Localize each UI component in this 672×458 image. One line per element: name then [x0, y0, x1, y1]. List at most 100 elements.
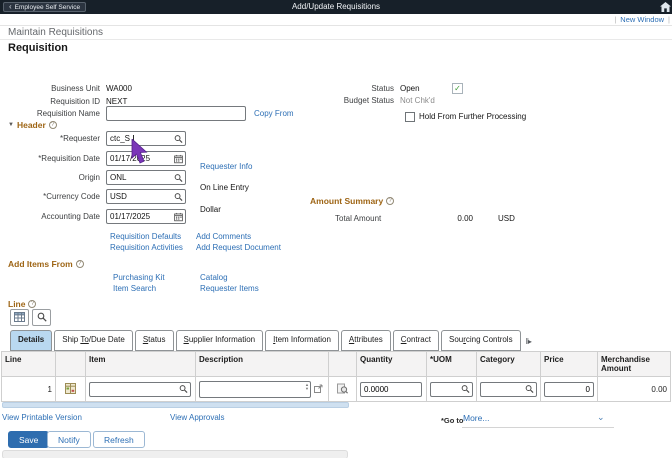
requisition-date-input[interactable] — [110, 152, 172, 165]
breadcrumb: Maintain Requisitions — [8, 27, 104, 38]
status-valid-icon: ✓ — [452, 83, 463, 94]
page-horizontal-scrollbar[interactable] — [2, 450, 348, 458]
requester-input[interactable] — [110, 132, 172, 145]
budget-status-label: Budget Status — [343, 96, 394, 105]
category-lookup-icon[interactable] — [525, 385, 534, 394]
requester-items-link[interactable]: Requester Items — [200, 284, 259, 293]
line-section-label: Line — [8, 299, 26, 309]
currency-row: *Currency Code — [0, 189, 186, 204]
goto-label: *Go to — [441, 416, 464, 425]
arrow-down-icon: ▼ — [305, 385, 309, 391]
currency-lookup-icon[interactable] — [174, 192, 183, 201]
chevron-down-icon[interactable]: ⌄ — [597, 412, 605, 423]
budget-status-row: Budget Status Not Chk'd — [330, 93, 435, 108]
category-input[interactable] — [484, 382, 524, 396]
tab-contract[interactable]: Contract — [392, 330, 439, 351]
tab-item-information[interactable]: Item Information — [265, 330, 339, 351]
column-header-line: Line — [1, 351, 56, 377]
currency-input[interactable] — [110, 190, 172, 203]
page-title: Requisition — [8, 42, 68, 54]
grid-find-button[interactable] — [32, 309, 51, 326]
column-header-search-icon — [329, 351, 357, 377]
tab-ship-to-due-date[interactable]: Ship To/Due Date — [54, 330, 133, 351]
help-icon[interactable]: ? — [28, 300, 37, 308]
requisition-date-row: *Requisition Date — [0, 151, 186, 166]
uom-field-box — [430, 381, 473, 397]
collapse-triangle-icon[interactable]: ▼ — [8, 122, 14, 128]
item-search-link[interactable]: Item Search — [113, 284, 156, 293]
copy-from-link[interactable]: Copy From — [254, 109, 294, 118]
help-icon[interactable]: ? — [48, 121, 57, 129]
line-grid: Line Item Description Quantity *UOM Cate… — [1, 351, 671, 402]
budget-status-value: Not Chk'd — [400, 96, 435, 105]
quantity-cell — [357, 377, 427, 402]
uom-lookup-icon[interactable] — [461, 385, 470, 394]
catalog-link[interactable]: Catalog — [200, 273, 228, 282]
requester-lookup-icon[interactable] — [174, 134, 183, 143]
description-expand-icon[interactable] — [314, 384, 323, 395]
currency-code-label: *Currency Code — [43, 192, 100, 201]
notify-button[interactable]: Notify — [47, 431, 91, 448]
requisition-id-label: Requisition ID — [50, 97, 100, 106]
amount-summary-label: Amount Summary — [310, 196, 384, 206]
requisition-defaults-link[interactable]: Requisition Defaults — [110, 232, 181, 241]
price-cell — [541, 377, 598, 402]
item-lookup-icon[interactable] — [179, 385, 188, 394]
search-icon — [37, 312, 47, 324]
requester-label: *Requester — [59, 134, 100, 143]
help-icon[interactable]: ? — [75, 260, 84, 268]
help-icon[interactable]: ? — [386, 197, 395, 205]
status-label: Status — [371, 84, 394, 93]
new-window-link[interactable]: New Window — [620, 15, 664, 24]
origin-input[interactable] — [110, 171, 172, 184]
uom-input[interactable] — [434, 382, 460, 396]
separator: | — [668, 15, 670, 24]
purchasing-kit-link[interactable]: Purchasing Kit — [113, 273, 165, 282]
related-search-icon[interactable] — [337, 383, 349, 396]
quantity-field-box — [360, 381, 422, 397]
home-icon[interactable] — [660, 2, 671, 12]
goto-dropdown-underline — [462, 427, 614, 428]
accounting-date-input[interactable] — [110, 210, 172, 223]
grid-horizontal-scrollbar[interactable] — [2, 402, 349, 408]
view-printable-version-link[interactable]: View Printable Version — [2, 413, 82, 422]
requisition-name-input[interactable] — [110, 107, 241, 120]
status-value: Open — [400, 84, 420, 93]
tab-attributes[interactable]: Attributes — [340, 330, 391, 351]
show-all-columns-icon[interactable]: ‖▸ — [523, 333, 534, 351]
item-details-icon[interactable] — [65, 382, 76, 396]
hold-label: Hold From Further Processing — [419, 112, 527, 121]
scrollbar-arrows-icon[interactable]: ▲ ▼ — [305, 382, 309, 391]
item-input[interactable] — [93, 382, 178, 396]
refresh-button[interactable]: Refresh — [93, 431, 145, 448]
accounting-date-row: Accounting Date — [0, 209, 186, 224]
requisition-activities-link[interactable]: Requisition Activities — [110, 243, 183, 252]
requester-info-link[interactable]: Requester Info — [200, 162, 252, 171]
calendar-icon[interactable] — [174, 154, 183, 163]
tab-supplier-information[interactable]: Supplier Information — [175, 330, 264, 351]
business-unit-label: Business Unit — [51, 84, 100, 93]
line-tabs: Details Ship To/Due Date Status Supplier… — [10, 330, 534, 351]
description-textarea[interactable]: ▲ ▼ — [199, 380, 311, 398]
tab-sourcing-controls[interactable]: Sourcing Controls — [440, 330, 521, 351]
header-section-label: Header — [16, 120, 46, 130]
calendar-icon[interactable] — [174, 212, 183, 221]
origin-lookup-icon[interactable] — [174, 173, 183, 182]
currency-field-box — [106, 189, 186, 204]
divider — [0, 25, 672, 26]
header-section-title: ▼ Header ? — [8, 120, 57, 130]
save-button[interactable]: Save — [8, 431, 50, 448]
add-comments-link[interactable]: Add Comments — [196, 232, 251, 241]
price-input[interactable] — [548, 382, 590, 396]
line-number: 1 — [47, 384, 52, 394]
quantity-input[interactable] — [364, 382, 418, 396]
add-request-document-link[interactable]: Add Request Document — [196, 243, 281, 252]
view-approvals-link[interactable]: View Approvals — [170, 413, 225, 422]
goto-dropdown[interactable]: More... — [463, 413, 489, 423]
hold-checkbox[interactable] — [405, 111, 415, 122]
requisition-id-value: NEXT — [106, 97, 128, 106]
category-field-box — [480, 381, 537, 397]
grid-personalize-button[interactable] — [10, 309, 29, 326]
tab-details[interactable]: Details — [10, 330, 53, 351]
tab-status[interactable]: Status — [134, 330, 174, 351]
